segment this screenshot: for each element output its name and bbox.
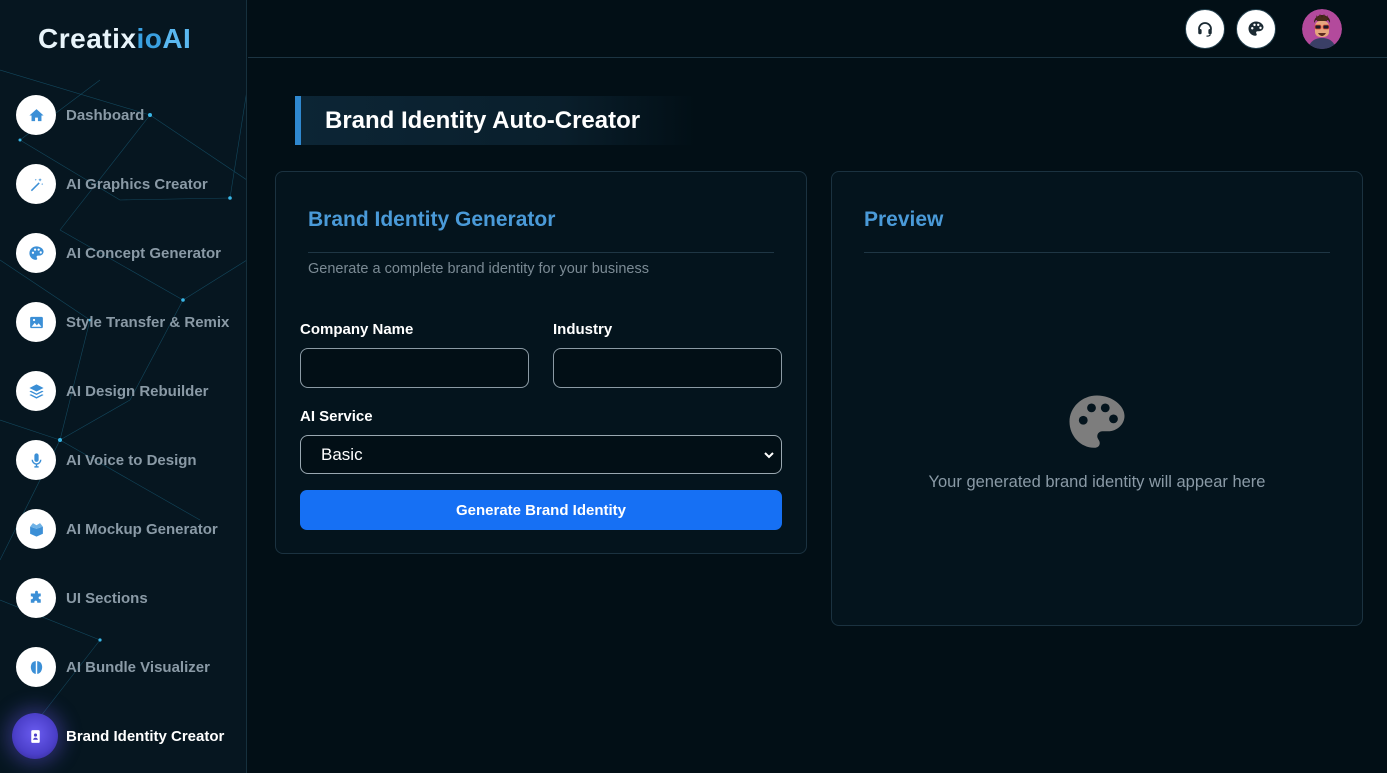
sidebar-item-label: Brand Identity Creator (66, 727, 225, 745)
sidebar-item-ai-design-rebuilder[interactable]: AI Design Rebuilder (16, 371, 240, 411)
top-bar (248, 0, 1387, 58)
theme-button[interactable] (1236, 9, 1276, 49)
palette-icon (1247, 20, 1265, 38)
company-name-label: Company Name (300, 321, 414, 338)
preview-card-title: Preview (864, 208, 944, 231)
generator-card-divider (308, 252, 774, 253)
sidebar-item-ai-mockup-generator[interactable]: AI Mockup Generator (16, 509, 240, 549)
preview-empty-message: Your generated brand identity will appea… (928, 473, 1266, 491)
magic-wand-icon (16, 164, 56, 204)
home-icon (16, 95, 56, 135)
logo-text-part1: Creatix (38, 23, 137, 54)
sidebar-item-label: AI Mockup Generator (66, 520, 218, 538)
sidebar-item-ai-graphics-creator[interactable]: AI Graphics Creator (16, 164, 240, 204)
ai-service-label: AI Service (300, 408, 373, 425)
app-logo[interactable]: Creatix io AI (38, 22, 191, 56)
ai-service-select[interactable]: Basic (300, 435, 782, 474)
palette-icon (1069, 395, 1125, 448)
generate-brand-identity-button[interactable]: Generate Brand Identity (300, 490, 782, 530)
sidebar-item-ai-voice-to-design[interactable]: AI Voice to Design (16, 440, 240, 480)
sidebar: Creatix io AI Dashboard AI Graphics Creato… (0, 0, 247, 773)
ai-service-selected-value: Basic (321, 444, 363, 464)
brand-identity-generator-card: Brand Identity Generator Generate a comp… (275, 171, 807, 554)
box-open-icon (16, 509, 56, 549)
preview-card-divider (864, 252, 1330, 253)
page-title: Brand Identity Auto-Creator (325, 106, 641, 134)
sidebar-item-dashboard[interactable]: Dashboard (16, 95, 240, 135)
sidebar-item-label: AI Graphics Creator (66, 175, 208, 193)
logo-text-part2: io (136, 23, 163, 54)
generator-card-subtitle: Generate a complete brand identity for y… (308, 261, 649, 277)
sidebar-item-label: AI Concept Generator (66, 244, 222, 262)
avatar[interactable] (1302, 9, 1342, 49)
sidebar-item-label: AI Design Rebuilder (66, 382, 209, 400)
headset-icon (1196, 20, 1214, 38)
sidebar-item-ai-concept-generator[interactable]: AI Concept Generator (16, 233, 240, 273)
chevron-down-icon (764, 452, 774, 459)
sidebar-item-ui-sections[interactable]: UI Sections (16, 578, 240, 618)
id-badge-icon (12, 713, 58, 759)
company-name-input[interactable] (300, 348, 529, 388)
generator-card-title: Brand Identity Generator (308, 208, 556, 231)
sidebar-item-ai-bundle-visualizer[interactable]: AI Bundle Visualizer (16, 647, 240, 687)
palette-icon (16, 233, 56, 273)
sidebar-item-label: Dashboard (66, 106, 145, 124)
image-icon (16, 302, 56, 342)
layers-icon (16, 371, 56, 411)
preview-card: Preview Your generated brand identity wi… (831, 171, 1363, 626)
industry-input[interactable] (553, 348, 782, 388)
puzzle-icon (16, 578, 56, 618)
industry-label: Industry (553, 321, 613, 338)
logo-text-part3: AI (162, 23, 192, 54)
sidebar-item-brand-identity-creator[interactable]: Brand Identity Creator (12, 713, 240, 759)
sidebar-item-label: AI Voice to Design (66, 451, 197, 469)
sidebar-item-style-transfer[interactable]: Style Transfer & Remix (16, 302, 240, 342)
sidebar-item-label: AI Bundle Visualizer (66, 658, 210, 676)
sidebar-item-label: Style Transfer & Remix (66, 313, 230, 331)
page-title-banner: Brand Identity Auto-Creator (295, 96, 695, 145)
support-button[interactable] (1185, 9, 1225, 49)
microphone-icon (16, 440, 56, 480)
sidebar-item-label: UI Sections (66, 589, 148, 607)
brain-icon (16, 647, 56, 687)
